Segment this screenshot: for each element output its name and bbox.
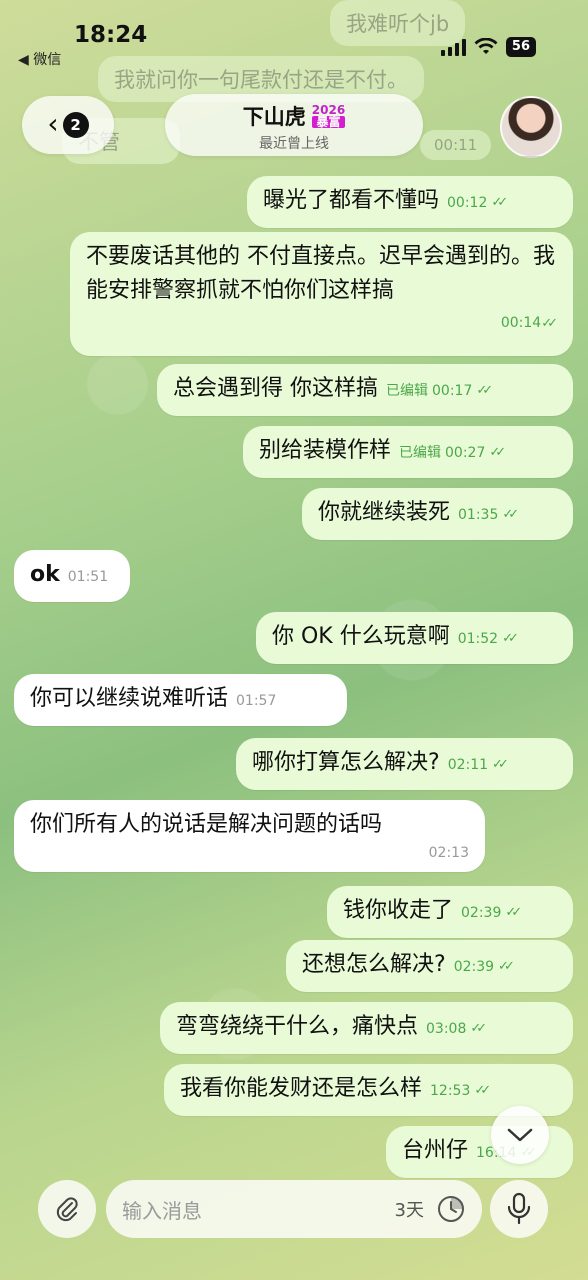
edited-label: 已编辑: [386, 383, 428, 399]
clock-icon[interactable]: [436, 1194, 466, 1224]
back-button[interactable]: ‹ 2: [22, 96, 114, 154]
double-check-icon: ✓✓: [505, 905, 522, 920]
double-check-icon: ✓✓: [492, 757, 509, 772]
message-text: 还想怎么解决?: [302, 952, 446, 977]
ghost-timestamp: 00:11: [420, 130, 492, 160]
badge-word: 暴富: [311, 116, 346, 128]
message-meta: 已编辑 00:17 ✓✓: [386, 374, 493, 408]
signal-icon: [440, 38, 466, 56]
message-text: 我看你能发财还是怎么样: [180, 1076, 423, 1101]
microphone-icon: [507, 1192, 531, 1225]
message-text: 你可以继续说难听话: [30, 686, 229, 711]
contact-name: 下山虎: [242, 105, 306, 129]
double-check-icon: ✓✓: [541, 316, 558, 331]
message-text: 你 OK 什么玩意啊: [272, 624, 450, 649]
message-time: 00:27: [445, 445, 486, 461]
status-time: 18:24: [74, 22, 148, 48]
message-meta: 02:13: [38, 836, 469, 870]
status-bar: 18:24 ◀ 微信 56: [0, 0, 588, 90]
double-check-icon: ✓✓: [502, 631, 519, 646]
message-time: 00:17: [432, 383, 473, 399]
battery-indicator: 56: [505, 37, 536, 57]
message-text: 台州仔: [402, 1138, 469, 1163]
double-check-icon: ✓✓: [476, 383, 493, 398]
message-outgoing[interactable]: 弯弯绕绕干什么，痛快点 03:08 ✓✓: [160, 1002, 573, 1054]
message-meta: 02:11 ✓✓: [447, 748, 509, 782]
message-time: 02:39: [461, 905, 502, 921]
message-meta: 03:08 ✓✓: [426, 1012, 487, 1046]
message-meta: 01:52 ✓✓: [457, 622, 519, 656]
avatar[interactable]: [500, 96, 562, 158]
microphone-button[interactable]: [490, 1180, 548, 1238]
message-time: 01:52: [457, 631, 499, 647]
message-text: 总会遇到得 你这样搞: [173, 376, 378, 401]
message-time: 01:51: [67, 569, 109, 585]
name-badge: 2026 暴富: [311, 104, 346, 128]
message-incoming[interactable]: 你可以继续说难听话 01:57: [14, 674, 347, 726]
message-time: 12:53: [430, 1083, 471, 1099]
message-text: 钱你收走了: [343, 898, 454, 923]
message-meta: 01:51: [68, 560, 108, 594]
message-time: 00:12: [447, 195, 488, 211]
message-outgoing[interactable]: 不要废话其他的 不付直接点。迟早会遇到的。我能安排警察抓就不怕你们这样搞 00:…: [70, 232, 573, 356]
message-time: 01:35: [458, 507, 499, 523]
message-outgoing[interactable]: 哪你打算怎么解决? 02:11 ✓✓: [236, 738, 573, 790]
message-text: 别给装模作样: [259, 438, 392, 463]
message-meta: 已编辑 00:27 ✓✓: [399, 436, 506, 470]
message-meta: 12:53 ✓✓: [430, 1074, 491, 1108]
message-outgoing[interactable]: 钱你收走了 02:39 ✓✓: [327, 886, 573, 938]
message-time: 02:11: [447, 757, 489, 773]
wifi-icon: [474, 38, 498, 54]
message-meta: 02:39 ✓✓: [453, 950, 515, 984]
double-check-icon: ✓✓: [491, 195, 508, 210]
message-outgoing[interactable]: 你 OK 什么玩意啊 01:52 ✓✓: [256, 612, 573, 664]
message-incoming[interactable]: 你们所有人的说话是解决问题的话吗 02:13: [14, 800, 485, 872]
auto-delete-timer-label[interactable]: 3天: [395, 1196, 424, 1222]
message-meta: 00:14✓✓: [94, 306, 558, 341]
message-text: 曝光了都看不懂吗: [263, 188, 440, 213]
last-seen-status: 最近曾上线: [259, 136, 329, 152]
message-meta: 00:12 ✓✓: [447, 186, 508, 220]
message-outgoing[interactable]: 还想怎么解决? 02:39 ✓✓: [286, 940, 573, 992]
message-text: 哪你打算怎么解决?: [252, 750, 440, 775]
message-time: 02:13: [428, 845, 469, 861]
message-input[interactable]: 输入消息 3天: [106, 1180, 482, 1238]
message-incoming[interactable]: ok 01:51: [14, 550, 130, 602]
message-meta: 01:35 ✓✓: [458, 498, 519, 532]
double-check-icon: ✓✓: [502, 507, 519, 522]
back-to-app-link[interactable]: ◀ 微信: [18, 49, 61, 69]
message-text: 弯弯绕绕干什么，痛快点: [176, 1014, 419, 1039]
message-input-placeholder: 输入消息: [122, 1198, 202, 1223]
chevron-left-icon: ‹: [47, 106, 59, 140]
double-check-icon: ✓✓: [470, 1021, 487, 1036]
edited-label: 已编辑: [399, 445, 442, 461]
unread-count-badge: 2: [62, 112, 89, 138]
chat-title[interactable]: 下山虎 2026 暴富 最近曾上线: [165, 94, 423, 156]
message-text: 你们所有人的说话是解决问题的话吗: [30, 812, 383, 837]
message-meta: 01:57: [236, 684, 276, 718]
message-time: 02:39: [453, 959, 495, 975]
paperclip-icon: [56, 1197, 78, 1222]
message-time: 00:14: [500, 315, 542, 331]
attach-button[interactable]: [38, 1180, 96, 1238]
scroll-to-bottom-button[interactable]: [491, 1106, 549, 1164]
message-text: ok: [30, 562, 60, 587]
message-outgoing[interactable]: 曝光了都看不懂吗 00:12 ✓✓: [247, 176, 573, 228]
message-outgoing[interactable]: 总会遇到得 你这样搞 已编辑 00:17 ✓✓: [157, 364, 573, 416]
message-outgoing[interactable]: 你就继续装死 01:35 ✓✓: [302, 488, 573, 540]
double-check-icon: ✓✓: [474, 1083, 491, 1098]
message-text: 你就继续装死: [318, 500, 451, 525]
chevron-down-icon: [507, 1128, 533, 1142]
double-check-icon: ✓✓: [498, 959, 515, 974]
message-text: 不要废话其他的 不付直接点。迟早会遇到的。我能安排警察抓就不怕你们这样搞: [86, 244, 555, 303]
message-meta: 02:39 ✓✓: [461, 896, 522, 930]
message-time: 03:08: [426, 1021, 467, 1037]
double-check-icon: ✓✓: [489, 445, 506, 460]
status-icons: 56: [440, 37, 536, 57]
message-outgoing[interactable]: 别给装模作样 已编辑 00:27 ✓✓: [243, 426, 573, 478]
message-time: 01:57: [236, 693, 277, 709]
